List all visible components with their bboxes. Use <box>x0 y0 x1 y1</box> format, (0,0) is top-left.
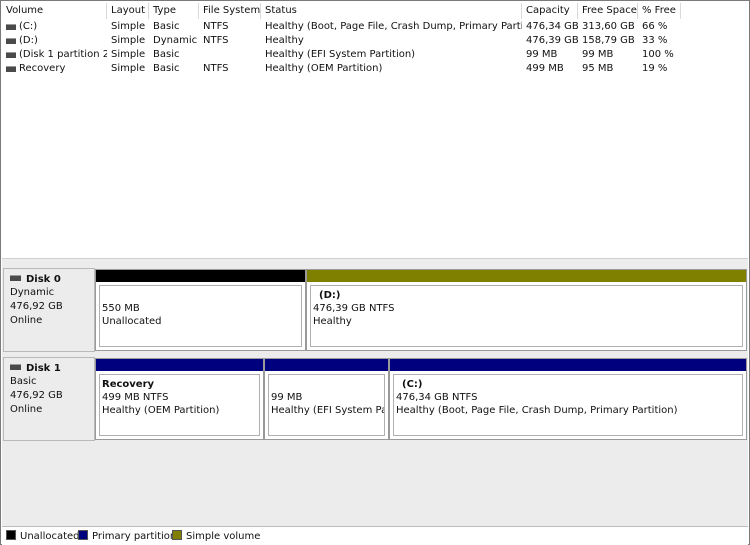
volume-layout: Simple <box>111 35 146 46</box>
volume-percent-free: 66 % <box>642 21 668 32</box>
disk-icon <box>10 364 21 370</box>
disk-name: Disk 1 <box>26 363 61 374</box>
partition-recovery[interactable]: Recovery 499 MB NTFS Healthy (OEM Partit… <box>95 358 264 440</box>
partition-status: Unallocated <box>102 316 162 327</box>
column-header-volume[interactable]: Volume <box>2 3 107 19</box>
partition-size: 476,34 GB NTFS <box>396 392 478 403</box>
legend-swatch <box>172 530 182 540</box>
disk-icon <box>10 275 21 281</box>
volume-type: Dynamic <box>153 35 198 46</box>
volume-percent-free: 33 % <box>642 35 668 46</box>
volume-percent-free: 19 % <box>642 63 668 74</box>
table-row[interactable]: (D:) Simple Dynamic NTFS Healthy 476,39 … <box>2 34 682 48</box>
column-header-percent-free[interactable]: % Free <box>638 3 681 19</box>
disk-size: 476,92 GB <box>10 301 63 312</box>
legend-swatch <box>6 530 16 540</box>
volume-capacity: 476,34 GB <box>526 21 578 32</box>
volume-capacity: 476,39 GB <box>526 35 578 46</box>
volume-icon <box>6 66 16 72</box>
partition-status: Healthy <box>313 316 352 327</box>
volume-file-system: NTFS <box>203 63 229 74</box>
partition-title: (D:) <box>319 290 341 301</box>
partition-bar <box>307 270 746 282</box>
volume-name: (C:) <box>19 21 38 32</box>
partition-bar <box>390 359 746 371</box>
volume-percent-free: 100 % <box>642 49 674 60</box>
volume-type: Basic <box>153 21 180 32</box>
volume-capacity: 499 MB <box>526 63 564 74</box>
volume-file-system: NTFS <box>203 35 229 46</box>
volume-layout: Simple <box>111 21 146 32</box>
legend-label: Primary partition <box>92 531 177 542</box>
disk-type: Dynamic <box>10 287 55 298</box>
disk-name: Disk 0 <box>26 274 61 285</box>
volume-capacity: 99 MB <box>526 49 558 60</box>
volume-status: Healthy (OEM Partition) <box>265 63 383 74</box>
partition-status: Healthy (OEM Partition) <box>102 405 220 416</box>
partition-unallocated[interactable]: 550 MB Unallocated <box>95 269 306 351</box>
volume-type: Basic <box>153 49 180 60</box>
legend-item-primary-partition: Primary partition <box>78 530 176 542</box>
volume-status: Healthy (EFI System Partition) <box>265 49 416 60</box>
partition-title <box>102 289 301 302</box>
column-header-layout[interactable]: Layout <box>107 3 149 19</box>
disk-type: Basic <box>10 376 37 387</box>
partition-status: Healthy (Boot, Page File, Crash Dump, Pr… <box>396 405 678 416</box>
volume-icon <box>6 24 16 30</box>
partition-bar <box>96 270 305 282</box>
volume-list: Volume Layout Type File System Status Ca… <box>2 2 748 258</box>
volume-free-space: 95 MB <box>582 63 614 74</box>
disk-management-window: Volume Layout Type File System Status Ca… <box>0 0 750 545</box>
volume-free-space: 99 MB <box>582 49 614 60</box>
partition-c[interactable]: (C:) 476,34 GB NTFS Healthy (Boot, Page … <box>389 358 747 440</box>
table-row[interactable]: Recovery Simple Basic NTFS Healthy (OEM … <box>2 62 682 76</box>
volume-status: Healthy <box>265 35 304 46</box>
volume-type: Basic <box>153 63 180 74</box>
partition-d[interactable]: (D:) 476,39 GB NTFS Healthy <box>306 269 747 351</box>
partition-efi[interactable]: 99 MB Healthy (EFI System Parti <box>264 358 389 440</box>
table-row[interactable]: (C:) Simple Basic NTFS Healthy (Boot, Pa… <box>2 20 682 34</box>
legend-item-unallocated: Unallocated <box>6 530 80 542</box>
partition-size: 550 MB <box>102 303 140 314</box>
volume-list-header: Volume Layout Type File System Status Ca… <box>2 3 682 19</box>
column-header-file-system[interactable]: File System <box>199 3 261 19</box>
disk-state: Online <box>10 404 43 415</box>
column-header-free-space[interactable]: Free Space <box>578 3 638 19</box>
volume-icon <box>6 38 16 44</box>
volume-free-space: 313,60 GB <box>582 21 635 32</box>
partition-size: 499 MB NTFS <box>102 392 169 403</box>
volume-layout: Simple <box>111 63 146 74</box>
legend-swatch <box>78 530 88 540</box>
partition-title: Recovery <box>102 379 155 390</box>
volume-status: Healthy (Boot, Page File, Crash Dump, Pr… <box>265 21 522 32</box>
partition-bar <box>265 359 388 371</box>
volume-name: (Disk 1 partition 2) <box>19 49 107 60</box>
legend-item-simple-volume: Simple volume <box>172 530 260 542</box>
volume-name: (D:) <box>19 35 38 46</box>
partition-size: 476,39 GB NTFS <box>313 303 395 314</box>
column-header-capacity[interactable]: Capacity <box>522 3 578 19</box>
legend-label: Simple volume <box>186 531 261 542</box>
volume-name: Recovery <box>19 63 66 74</box>
disk-size: 476,92 GB <box>10 390 63 401</box>
table-row[interactable]: (Disk 1 partition 2) Simple Basic Health… <box>2 48 682 62</box>
volume-file-system: NTFS <box>203 21 229 32</box>
disk-1-label[interactable]: Disk 1 Basic 476,92 GB Online <box>3 357 95 441</box>
partition-size: 99 MB <box>271 392 303 403</box>
partition-status: Healthy (EFI System Parti <box>271 405 384 416</box>
disk-graphical-view: Disk 0 Dynamic 476,92 GB Online 550 MB U… <box>2 262 748 526</box>
column-header-type[interactable]: Type <box>149 3 199 19</box>
volume-free-space: 158,79 GB <box>582 35 635 46</box>
volume-layout: Simple <box>111 49 146 60</box>
partition-title <box>271 378 384 391</box>
legend: Unallocated Primary partition Simple vol… <box>2 526 748 545</box>
partition-title: (C:) <box>402 379 423 390</box>
disk-state: Online <box>10 315 43 326</box>
disk-0-label[interactable]: Disk 0 Dynamic 476,92 GB Online <box>3 268 95 352</box>
partition-bar <box>96 359 263 371</box>
column-header-status[interactable]: Status <box>261 3 522 19</box>
volume-icon <box>6 52 16 58</box>
volume-file-system <box>199 48 261 62</box>
legend-label: Unallocated <box>20 531 80 542</box>
